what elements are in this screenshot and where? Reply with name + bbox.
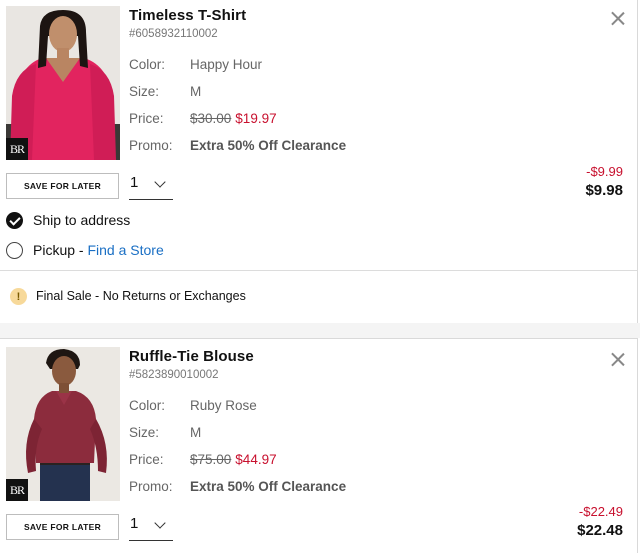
product-image[interactable]: BR — [6, 6, 120, 160]
close-icon[interactable] — [608, 350, 628, 370]
promo-value: Extra 50% Off Clearance — [190, 138, 347, 153]
product-title[interactable]: Timeless T-Shirt — [129, 7, 246, 24]
price-label: Price: — [129, 111, 164, 126]
original-price: $30.00 — [190, 111, 232, 126]
quantity-select[interactable]: 1 — [129, 172, 173, 200]
line-total: $22.48 — [577, 522, 623, 539]
save-for-later-button[interactable]: SAVE FOR LATER — [6, 173, 119, 199]
chevron-down-icon — [154, 176, 166, 188]
close-icon[interactable] — [608, 9, 628, 29]
line-total: $9.98 — [585, 182, 623, 199]
color-label: Color: — [129, 57, 166, 72]
product-sku: #6058932110002 — [129, 28, 218, 40]
radio-checked-icon[interactable] — [6, 212, 23, 229]
size-value: M — [190, 425, 202, 440]
quantity-value: 1 — [130, 174, 139, 191]
chevron-down-icon — [154, 517, 166, 529]
brand-logo: BR — [6, 138, 28, 160]
cart-item-card: BR Ruffle-Tie Blouse #5823890010002 Colo… — [0, 338, 638, 553]
color-value: Ruby Rose — [190, 398, 257, 413]
product-photo — [6, 6, 120, 160]
brand-logo: BR — [6, 479, 28, 501]
sale-price: $44.97 — [235, 452, 277, 467]
cart-item-card: BR Timeless T-Shirt #6058932110002 Color… — [0, 0, 638, 324]
pickup-label: Pickup - — [33, 242, 88, 258]
notice-text: Final Sale - No Returns or Exchanges — [36, 289, 246, 303]
save-for-later-button[interactable]: SAVE FOR LATER — [6, 514, 119, 540]
pickup-text: Pickup - Find a Store — [33, 242, 164, 258]
radio-unchecked-icon[interactable] — [6, 242, 23, 259]
product-title[interactable]: Ruffle-Tie Blouse — [129, 348, 254, 365]
exclamation-icon: ! — [10, 288, 27, 305]
size-label: Size: — [129, 425, 160, 440]
divider — [0, 270, 637, 271]
promo-value: Extra 50% Off Clearance — [190, 479, 347, 494]
quantity-select[interactable]: 1 — [129, 513, 173, 541]
sale-price: $19.97 — [235, 111, 277, 126]
color-label: Color: — [129, 398, 166, 413]
size-label: Size: — [129, 84, 160, 99]
size-value: M — [190, 84, 202, 99]
quantity-value: 1 — [130, 515, 139, 532]
color-value: Happy Hour — [190, 57, 263, 72]
promo-label: Promo: — [129, 138, 173, 153]
discount-amount: -$22.49 — [578, 504, 623, 519]
product-sku: #5823890010002 — [129, 369, 219, 381]
discount-amount: -$9.99 — [586, 164, 623, 179]
product-photo — [6, 347, 120, 501]
find-a-store-link[interactable]: Find a Store — [87, 242, 163, 258]
card-separator — [0, 323, 640, 338]
product-image[interactable]: BR — [6, 347, 120, 501]
original-price: $75.00 — [190, 452, 232, 467]
price-label: Price: — [129, 452, 164, 467]
ship-label: Ship to address — [33, 212, 131, 228]
price-value: $30.00 $19.97 — [190, 111, 277, 126]
price-value: $75.00 $44.97 — [190, 452, 277, 467]
promo-label: Promo: — [129, 479, 173, 494]
